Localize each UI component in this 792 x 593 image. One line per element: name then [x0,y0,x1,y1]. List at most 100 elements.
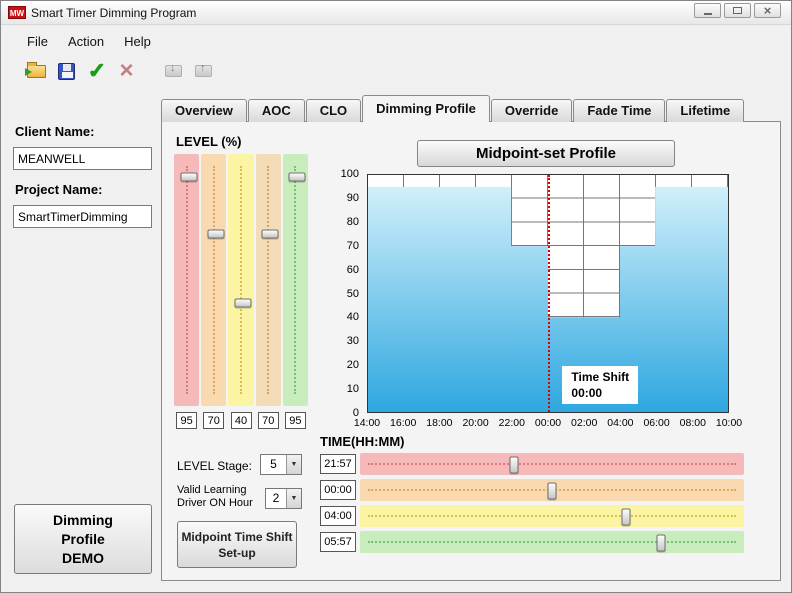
level-value-1: 95 [176,412,197,429]
x-tick: 08:00 [680,417,706,429]
minimize-button[interactable] [694,3,721,18]
x-tick: 06:00 [643,417,669,429]
menu-file[interactable]: File [17,30,58,53]
read-from-driver-button[interactable] [160,58,187,85]
tab-lifetime[interactable]: Lifetime [666,99,744,122]
time-shift-marker-line [548,175,550,412]
client-name-input[interactable] [13,147,152,170]
y-tick: 20 [347,359,359,371]
slider-thumb[interactable] [235,298,252,307]
tab-overview[interactable]: Overview [161,99,247,122]
time-sliders: 21:57 00:00 04:00 05:57 [320,452,744,556]
maximize-button[interactable] [724,3,751,18]
level-sliders [174,154,308,406]
y-tick: 80 [347,216,359,228]
slider-thumb[interactable] [510,457,519,474]
level-stage-dropdown[interactable]: 5 [260,454,302,475]
minimize-icon [704,13,712,15]
y-tick: 100 [341,168,359,180]
valid-learning-label: Valid Learning Driver ON Hour [177,484,253,510]
write-to-driver-button[interactable] [190,58,217,85]
confirm-button[interactable] [83,58,110,85]
app-logo-icon: MW [8,6,26,19]
tab-fade-time[interactable]: Fade Time [573,99,665,122]
time-shift-label-text: Time Shift [571,369,629,385]
time-slider-row-1: 21:57 [320,452,744,476]
level-value-2: 70 [203,412,224,429]
toolbar-spacer [143,71,157,72]
slider-track [267,166,269,394]
window-controls [694,3,781,18]
level-panel-title: LEVEL (%) [176,134,242,149]
level-value-boxes: 95 70 40 70 95 [174,412,308,429]
open-button[interactable] [23,58,50,85]
level-slider-3[interactable] [228,154,253,406]
time-slider-row-3: 04:00 [320,504,744,528]
toolbar [23,56,217,86]
midpoint-set-profile-button[interactable]: Midpoint-set Profile [417,140,675,167]
time-slider-1[interactable] [360,453,744,475]
time-slider-2[interactable] [360,479,744,501]
y-tick: 70 [347,240,359,252]
cross-icon [119,57,133,85]
slider-track [368,541,736,543]
level-value-5: 95 [285,412,306,429]
tab-clo[interactable]: CLO [306,99,361,122]
tab-dimming-profile[interactable]: Dimming Profile [362,95,490,122]
tab-override[interactable]: Override [491,99,572,122]
level-slider-1[interactable] [174,154,199,406]
client-name-label: Client Name: [15,124,94,139]
valid-learning-line2: Driver ON Hour [177,497,253,509]
midpoint-time-shift-setup-button[interactable]: Midpoint Time Shift Set-up [177,521,297,568]
midpoint-button-line1: Midpoint Time Shift [178,529,296,545]
slider-thumb[interactable] [289,173,306,182]
level-slider-2[interactable] [201,154,226,406]
level-slider-5[interactable] [283,154,308,406]
menu-action[interactable]: Action [58,30,114,53]
slider-thumb[interactable] [621,509,630,526]
valid-learning-value: 2 [266,489,286,508]
demo-button-line2: Profile [15,530,151,549]
time-value-3: 04:00 [320,506,356,526]
maximize-icon [733,7,742,14]
cancel-button[interactable] [113,58,140,85]
menu-help[interactable]: Help [114,30,161,53]
slider-thumb[interactable] [180,173,197,182]
level-stage-value: 5 [261,455,286,474]
x-tick: 16:00 [390,417,416,429]
y-tick: 30 [347,335,359,347]
tab-aoc[interactable]: AOC [248,99,305,122]
slider-thumb[interactable] [207,230,224,239]
dimming-profile-demo-button[interactable]: Dimming Profile DEMO [14,504,152,574]
project-name-input[interactable] [13,205,152,228]
save-button[interactable] [53,58,80,85]
slider-track [186,166,188,394]
time-slider-4[interactable] [360,531,744,553]
open-file-icon [27,65,46,78]
time-slider-3[interactable] [360,505,744,527]
demo-button-line3: DEMO [15,549,151,568]
midpoint-button-line2: Set-up [178,545,296,561]
x-tick: 18:00 [426,417,452,429]
save-icon [58,63,75,80]
slider-thumb[interactable] [548,483,557,500]
write-to-driver-icon [195,65,212,77]
time-panel-title: TIME(HH:MM) [320,434,404,449]
read-from-driver-icon [165,65,182,77]
chevron-down-icon [286,455,301,474]
valid-learning-line1: Valid Learning [177,484,247,496]
y-tick: 90 [347,192,359,204]
valid-learning-dropdown[interactable]: 2 [265,488,302,509]
x-tick: 14:00 [354,417,380,429]
window-title: Smart Timer Dimming Program [31,6,196,20]
level-value-3: 40 [231,412,252,429]
slider-thumb[interactable] [262,230,279,239]
project-name-label: Project Name: [15,182,102,197]
close-button[interactable] [754,3,781,18]
slider-track [368,489,736,491]
chevron-down-icon [286,489,301,508]
tab-strip: Overview AOC CLO Dimming Profile Overrid… [161,96,745,122]
y-tick: 40 [347,311,359,323]
slider-thumb[interactable] [657,535,666,552]
level-slider-4[interactable] [256,154,281,406]
